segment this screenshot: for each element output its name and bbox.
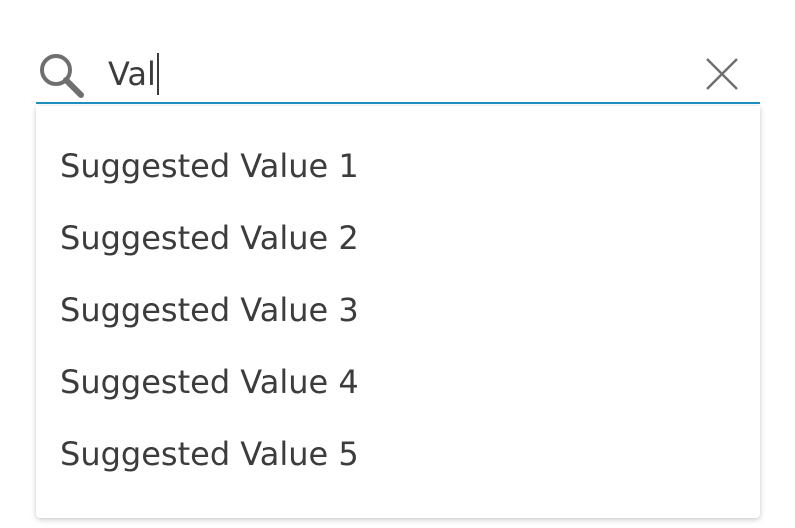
- search-bar[interactable]: Val: [36, 40, 760, 104]
- suggestions-dropdown: Suggested Value 1 Suggested Value 2 Sugg…: [36, 106, 760, 518]
- list-item[interactable]: Suggested Value 2: [36, 202, 760, 274]
- suggestions-list: Suggested Value 1 Suggested Value 2 Sugg…: [36, 106, 760, 490]
- list-item[interactable]: Suggested Value 1: [36, 130, 760, 202]
- list-item[interactable]: Suggested Value 5: [36, 418, 760, 490]
- list-item[interactable]: Suggested Value 4: [36, 346, 760, 418]
- close-icon[interactable]: [704, 56, 740, 92]
- search-icon: [36, 50, 86, 100]
- text-caret: [156, 53, 159, 95]
- list-item[interactable]: Suggested Value 3: [36, 274, 760, 346]
- page: Val Suggested Value 1 Suggested Value 2 …: [0, 0, 795, 528]
- search-input[interactable]: Val: [108, 52, 159, 96]
- search-input-value: Val: [108, 55, 156, 93]
